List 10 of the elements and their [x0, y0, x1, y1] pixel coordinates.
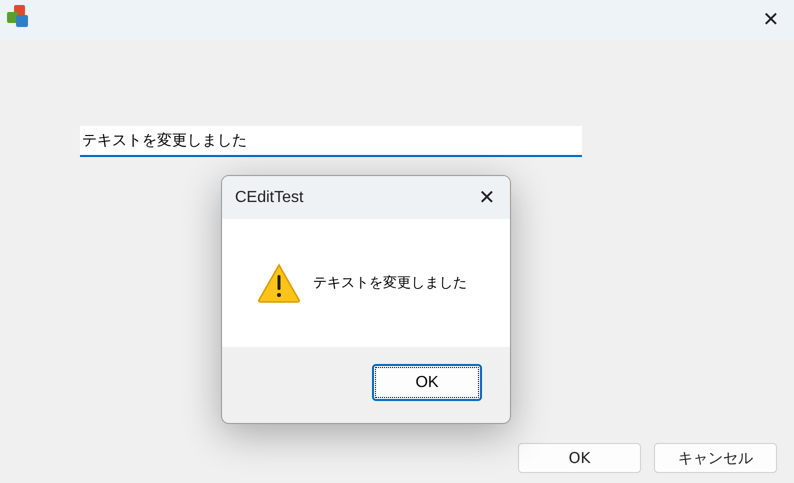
- warning-icon: [257, 263, 301, 303]
- dialog-title: CEditTest: [235, 188, 304, 208]
- dialog-button[interactable]: キャンセル: [654, 443, 777, 473]
- text-field[interactable]: テキストを変更しました: [80, 126, 582, 157]
- dialog-message: テキストを変更しました: [313, 274, 467, 292]
- close-button[interactable]: ✕: [748, 0, 794, 40]
- app-icon: [6, 4, 30, 28]
- dialog-button[interactable]: OK: [518, 443, 641, 473]
- close-button[interactable]: ✕: [464, 176, 510, 219]
- dialog-button[interactable]: OK: [372, 364, 482, 401]
